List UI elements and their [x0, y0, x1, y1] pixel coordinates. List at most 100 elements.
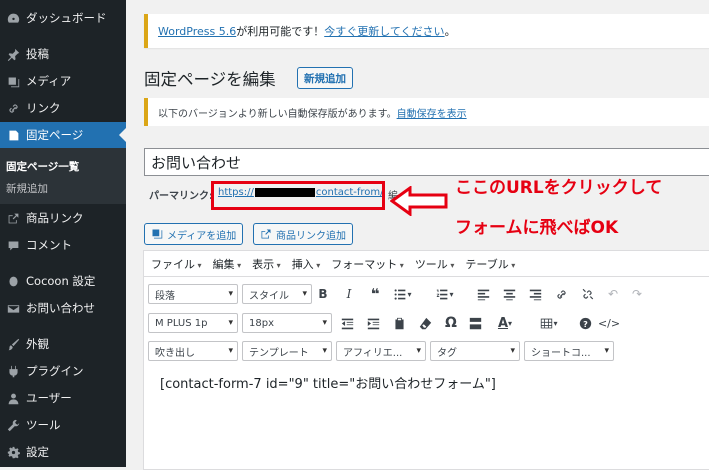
- sidebar-item-label: 設定: [26, 445, 49, 459]
- sidebar-item-users[interactable]: ユーザー: [0, 385, 126, 411]
- post-title-input[interactable]: お問い合わせ: [144, 148, 709, 176]
- editor-content[interactable]: [contact-form-7 id="9" title="お問い合わせフォーム…: [160, 373, 496, 392]
- media-icon: [152, 229, 163, 239]
- submenu-item-all-pages[interactable]: 固定ページ一覧: [6, 159, 79, 174]
- share-icon: [261, 229, 271, 239]
- paste-text-icon[interactable]: [390, 314, 408, 332]
- blockquote-icon[interactable]: ❝: [366, 285, 384, 303]
- template-select[interactable]: テンプレート: [242, 341, 332, 361]
- undo-icon[interactable]: ↶: [604, 285, 622, 303]
- sidebar-item-label: Cocoon 設定: [26, 274, 96, 288]
- pin-icon: [0, 48, 26, 61]
- indent-icon[interactable]: [364, 314, 382, 332]
- page-title: 固定ページを編集: [144, 70, 276, 89]
- special-character-icon[interactable]: Ω: [442, 314, 460, 332]
- user-icon: [0, 392, 26, 405]
- add-product-link-label: 商品リンク追加: [276, 230, 346, 242]
- svg-text:?: ?: [583, 318, 588, 328]
- source-code-icon[interactable]: </>: [598, 314, 620, 332]
- current-indicator: [119, 128, 126, 142]
- update-now-link[interactable]: 今すぐ更新してください: [324, 23, 444, 39]
- style-select[interactable]: スタイル: [242, 284, 312, 304]
- pages-submenu: 固定ページ一覧 新規追加: [0, 148, 126, 204]
- shortcode-select[interactable]: ショートコ...: [524, 341, 614, 361]
- red-arrow-icon: [390, 186, 448, 216]
- autosave-notice: 以下のバージョンより新しい自動保存版があります。 自動保存を表示: [144, 98, 709, 126]
- sidebar-item-dashboard[interactable]: ダッシュボード: [0, 5, 126, 31]
- mail-icon: [0, 302, 26, 315]
- sidebar-item-label: 商品リンク: [26, 211, 84, 225]
- align-right-icon[interactable]: [526, 285, 544, 303]
- outdent-icon[interactable]: [338, 314, 356, 332]
- table-icon[interactable]: ▾: [536, 314, 562, 332]
- annotation-line-1: ここのURLをクリックして: [455, 178, 663, 198]
- sidebar-item-label: 投稿: [26, 47, 49, 61]
- sidebar-item-posts[interactable]: 投稿: [0, 41, 126, 67]
- menu-tools[interactable]: ツール: [415, 256, 455, 272]
- sidebar-item-label: ツール: [26, 418, 61, 432]
- block-format-select[interactable]: 段落: [148, 284, 238, 304]
- wrench-icon: [0, 419, 26, 432]
- dashboard-icon: [0, 12, 26, 25]
- sidebar-item-contact[interactable]: お問い合わせ: [0, 295, 126, 321]
- font-family-select[interactable]: M PLUS 1p: [148, 313, 238, 333]
- sidebar-item-cocoon-settings[interactable]: Cocoon 設定: [0, 268, 126, 294]
- insert-link-icon[interactable]: [552, 285, 570, 303]
- bold-icon[interactable]: B: [314, 285, 332, 303]
- clear-formatting-icon[interactable]: [416, 314, 434, 332]
- menu-format[interactable]: フォーマット: [331, 256, 404, 272]
- sidebar-item-product-links[interactable]: 商品リンク: [0, 205, 126, 231]
- sidebar-item-label: 固定ページ: [26, 128, 84, 142]
- brush-icon: [0, 338, 26, 351]
- sidebar-item-label: リンク: [26, 101, 61, 115]
- annotation-line-2: フォームに飛べばOK: [455, 218, 619, 238]
- add-new-button[interactable]: 新規追加: [297, 67, 353, 89]
- menu-view[interactable]: 表示: [252, 256, 281, 272]
- tag-select[interactable]: タグ: [430, 341, 520, 361]
- autosave-text: 以下のバージョンより新しい自動保存版があります。: [158, 108, 397, 120]
- align-center-icon[interactable]: [500, 285, 518, 303]
- submenu-item-add-new[interactable]: 新規追加: [6, 181, 48, 196]
- menu-insert[interactable]: 挿入: [292, 256, 321, 272]
- affiliate-select[interactable]: アフィリエ...: [336, 341, 426, 361]
- view-autosave-link[interactable]: 自動保存を表示: [397, 105, 467, 120]
- update-notice: WordPress 5.6 が利用可能です！ 今すぐ更新してください 。: [144, 14, 709, 48]
- page-icon: [0, 129, 26, 142]
- speech-bubble-select[interactable]: 吹き出し: [148, 341, 238, 361]
- align-left-icon[interactable]: [474, 285, 492, 303]
- notice-text: が利用可能です！: [236, 25, 325, 38]
- sidebar-item-settings[interactable]: 設定: [0, 439, 126, 465]
- menu-edit[interactable]: 編集: [213, 256, 242, 272]
- sidebar-item-plugins[interactable]: プラグイン: [0, 358, 126, 384]
- add-product-link-button[interactable]: 商品リンク追加: [253, 223, 353, 245]
- sidebar-item-label: メディア: [26, 74, 72, 88]
- menu-file[interactable]: ファイル: [151, 256, 202, 272]
- admin-sidebar: ダッシュボード 投稿 メディア リンク 固定ページ 固定ページ一覧 新規追加 商…: [0, 0, 126, 467]
- editor-menubar: ファイル 編集 表示 挿入 フォーマット ツール テーブル: [144, 251, 709, 277]
- link-icon: [0, 102, 26, 115]
- share-icon: [0, 212, 26, 225]
- sidebar-item-links[interactable]: リンク: [0, 95, 126, 121]
- sidebar-item-tools[interactable]: ツール: [0, 412, 126, 438]
- numbered-list-icon[interactable]: ▾: [432, 285, 458, 303]
- sidebar-item-label: プラグイン: [26, 364, 84, 378]
- sidebar-item-appearance[interactable]: 外観: [0, 331, 126, 357]
- sidebar-item-label: 外観: [26, 337, 49, 351]
- sidebar-item-comments[interactable]: コメント: [0, 232, 126, 258]
- italic-icon[interactable]: I: [340, 285, 358, 303]
- menu-table[interactable]: テーブル: [465, 256, 515, 272]
- sidebar-item-label: コメント: [26, 238, 72, 252]
- settings-icon: [0, 446, 26, 459]
- horizontal-line-icon[interactable]: [466, 314, 484, 332]
- font-size-select[interactable]: 18px: [242, 313, 332, 333]
- sidebar-item-pages[interactable]: 固定ページ: [0, 122, 126, 148]
- sidebar-item-media[interactable]: メディア: [0, 68, 126, 94]
- add-media-button[interactable]: メディアを追加: [144, 223, 244, 245]
- bullet-list-icon[interactable]: ▾: [390, 285, 416, 303]
- remove-link-icon[interactable]: [578, 285, 596, 303]
- redo-icon[interactable]: ↷: [628, 285, 646, 303]
- media-icon: [0, 75, 26, 88]
- help-icon[interactable]: ?: [576, 314, 594, 332]
- text-color-icon[interactable]: A ▾: [492, 314, 518, 332]
- wordpress-version-link[interactable]: WordPress 5.6: [158, 25, 236, 38]
